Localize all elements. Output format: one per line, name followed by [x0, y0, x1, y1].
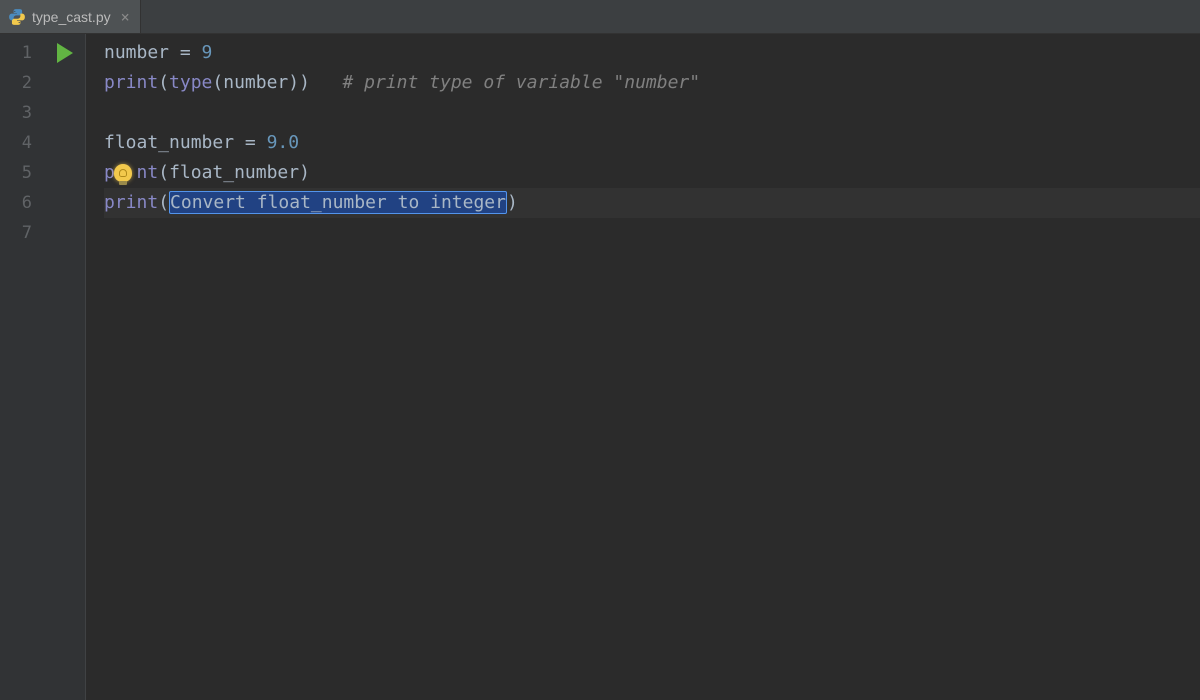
- code-line[interactable]: number = 9: [104, 38, 1200, 68]
- code-line-empty[interactable]: [104, 98, 1200, 128]
- tab-bar: type_cast.py ×: [0, 0, 1200, 34]
- line-number[interactable]: 3: [0, 98, 44, 128]
- python-file-icon: [8, 8, 26, 26]
- operator: =: [169, 42, 202, 63]
- paren: ): [507, 192, 518, 213]
- number-literal: 9.0: [267, 132, 300, 153]
- whitespace: [310, 72, 343, 93]
- paren: (: [158, 192, 169, 213]
- identifier: float_number: [169, 162, 299, 183]
- line-number[interactable]: 7: [0, 218, 44, 248]
- identifier: number: [104, 42, 169, 63]
- code-line-empty[interactable]: [104, 218, 1200, 248]
- paren: ): [288, 72, 299, 93]
- paren: (: [158, 162, 169, 183]
- paren: (: [212, 72, 223, 93]
- run-gutter: [44, 34, 86, 700]
- tab-type-cast[interactable]: type_cast.py ×: [0, 0, 141, 33]
- editor: 1 2 3 4 5 6 7 number = 9 print(type(numb…: [0, 34, 1200, 700]
- builtin-print: print: [104, 72, 158, 93]
- code-line[interactable]: print(float_number): [104, 158, 1200, 188]
- line-number[interactable]: 6: [0, 188, 44, 218]
- line-number[interactable]: 4: [0, 128, 44, 158]
- line-number[interactable]: 2: [0, 68, 44, 98]
- operator: =: [234, 132, 267, 153]
- code-line[interactable]: print(type(number)) # print type of vari…: [104, 68, 1200, 98]
- code-line-current[interactable]: print(Convert float_number to integer): [104, 188, 1200, 218]
- paren: ): [299, 72, 310, 93]
- intention-bulb-icon[interactable]: [114, 164, 132, 182]
- line-number[interactable]: 5: [0, 158, 44, 188]
- line-number-gutter: 1 2 3 4 5 6 7: [0, 34, 44, 700]
- template-placeholder[interactable]: Convert float_number to integer: [169, 191, 507, 214]
- code-line[interactable]: float_number = 9.0: [104, 128, 1200, 158]
- identifier: number: [223, 72, 288, 93]
- paren: (: [158, 72, 169, 93]
- builtin-print: nt: [137, 162, 159, 183]
- close-icon[interactable]: ×: [121, 8, 130, 26]
- builtin-type: type: [169, 72, 212, 93]
- number-literal: 9: [202, 42, 213, 63]
- code-area[interactable]: number = 9 print(type(number)) # print t…: [86, 34, 1200, 700]
- comment: # print type of variable "number": [342, 72, 700, 93]
- tab-label: type_cast.py: [32, 9, 111, 25]
- line-number[interactable]: 1: [0, 38, 44, 68]
- identifier: float_number: [104, 132, 234, 153]
- builtin-print: print: [104, 192, 158, 213]
- run-icon[interactable]: [57, 43, 73, 63]
- paren: ): [299, 162, 310, 183]
